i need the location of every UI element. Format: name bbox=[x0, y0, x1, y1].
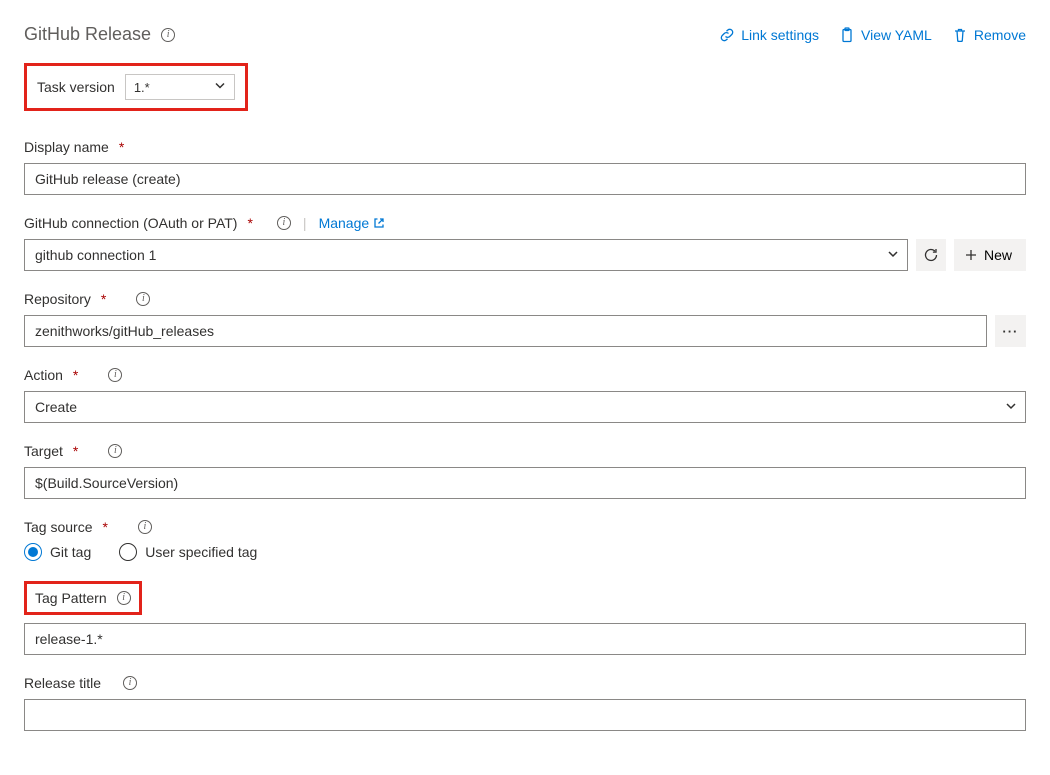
info-icon[interactable]: i bbox=[277, 216, 291, 230]
refresh-button[interactable] bbox=[916, 239, 946, 271]
info-icon[interactable]: i bbox=[117, 591, 131, 605]
tag-source-radio-group: Git tag User specified tag bbox=[24, 543, 1026, 561]
chevron-down-icon bbox=[1005, 399, 1017, 415]
task-version-label: Task version bbox=[37, 79, 115, 95]
info-icon[interactable]: i bbox=[138, 520, 152, 534]
task-version-row: Task version 1.* bbox=[24, 63, 1026, 111]
task-version-highlight: Task version 1.* bbox=[24, 63, 248, 111]
ellipsis-icon: ··· bbox=[1002, 324, 1018, 339]
page-title: GitHub Release bbox=[24, 24, 151, 45]
target-field: Target * i bbox=[24, 443, 1026, 499]
github-connection-field: GitHub connection (OAuth or PAT) * i | Ma… bbox=[24, 215, 1026, 271]
plus-icon bbox=[964, 248, 978, 262]
radio-circle-unchecked bbox=[119, 543, 137, 561]
release-title-label: Release title bbox=[24, 675, 101, 691]
tag-pattern-field: Tag Pattern i bbox=[24, 581, 1026, 655]
manage-link[interactable]: Manage bbox=[319, 215, 386, 231]
tag-pattern-input[interactable] bbox=[24, 623, 1026, 655]
chevron-down-icon bbox=[214, 80, 226, 95]
repository-input[interactable] bbox=[24, 315, 987, 347]
radio-git-tag[interactable]: Git tag bbox=[24, 543, 91, 561]
target-label: Target bbox=[24, 443, 63, 459]
action-label: Action bbox=[24, 367, 63, 383]
tag-source-field: Tag source * i Git tag User specified tag bbox=[24, 519, 1026, 561]
display-name-input[interactable] bbox=[24, 163, 1026, 195]
info-icon[interactable]: i bbox=[108, 368, 122, 382]
action-field: Action * i Create bbox=[24, 367, 1026, 423]
manage-label: Manage bbox=[319, 215, 370, 231]
chevron-down-icon bbox=[887, 247, 899, 263]
trash-icon bbox=[952, 27, 968, 43]
target-input[interactable] bbox=[24, 467, 1026, 499]
task-version-value: 1.* bbox=[134, 80, 150, 95]
link-settings-link[interactable]: Link settings bbox=[719, 27, 819, 43]
required-marker: * bbox=[101, 291, 106, 307]
browse-repository-button[interactable]: ··· bbox=[995, 315, 1026, 347]
link-icon bbox=[719, 27, 735, 43]
new-connection-button[interactable]: New bbox=[954, 239, 1026, 271]
external-link-icon bbox=[373, 217, 385, 229]
task-version-select[interactable]: 1.* bbox=[125, 74, 235, 100]
header-links: Link settings View YAML Remove bbox=[719, 27, 1026, 43]
required-marker: * bbox=[247, 215, 252, 231]
info-icon[interactable]: i bbox=[136, 292, 150, 306]
info-icon[interactable]: i bbox=[161, 28, 175, 42]
link-settings-label: Link settings bbox=[741, 27, 819, 43]
info-icon[interactable]: i bbox=[108, 444, 122, 458]
tag-source-label: Tag source bbox=[24, 519, 92, 535]
separator: | bbox=[299, 215, 311, 231]
tag-pattern-highlight: Tag Pattern i bbox=[24, 581, 142, 615]
repository-label: Repository bbox=[24, 291, 91, 307]
info-icon[interactable]: i bbox=[123, 676, 137, 690]
header: GitHub Release i Link settings View YAML… bbox=[24, 24, 1026, 45]
new-label: New bbox=[984, 247, 1012, 263]
remove-link[interactable]: Remove bbox=[952, 27, 1026, 43]
release-title-input[interactable] bbox=[24, 699, 1026, 731]
radio-user-specified-label: User specified tag bbox=[145, 544, 257, 560]
action-value: Create bbox=[35, 399, 77, 415]
required-marker: * bbox=[119, 139, 124, 155]
view-yaml-link[interactable]: View YAML bbox=[839, 27, 932, 43]
radio-circle-checked bbox=[24, 543, 42, 561]
repository-field: Repository * i ··· bbox=[24, 291, 1026, 347]
remove-label: Remove bbox=[974, 27, 1026, 43]
tag-pattern-label: Tag Pattern bbox=[35, 590, 107, 606]
required-marker: * bbox=[73, 443, 78, 459]
github-connection-label: GitHub connection (OAuth or PAT) bbox=[24, 215, 237, 231]
release-title-field: Release title i bbox=[24, 675, 1026, 731]
display-name-label: Display name bbox=[24, 139, 109, 155]
view-yaml-label: View YAML bbox=[861, 27, 932, 43]
required-marker: * bbox=[73, 367, 78, 383]
required-marker: * bbox=[102, 519, 107, 535]
radio-user-specified-tag[interactable]: User specified tag bbox=[119, 543, 257, 561]
github-connection-select[interactable]: github connection 1 bbox=[24, 239, 908, 271]
radio-git-tag-label: Git tag bbox=[50, 544, 91, 560]
refresh-icon bbox=[923, 247, 939, 263]
display-name-field: Display name * bbox=[24, 139, 1026, 195]
clipboard-icon bbox=[839, 27, 855, 43]
action-select[interactable]: Create bbox=[24, 391, 1026, 423]
title-block: GitHub Release i bbox=[24, 24, 175, 45]
github-connection-value: github connection 1 bbox=[35, 247, 156, 263]
